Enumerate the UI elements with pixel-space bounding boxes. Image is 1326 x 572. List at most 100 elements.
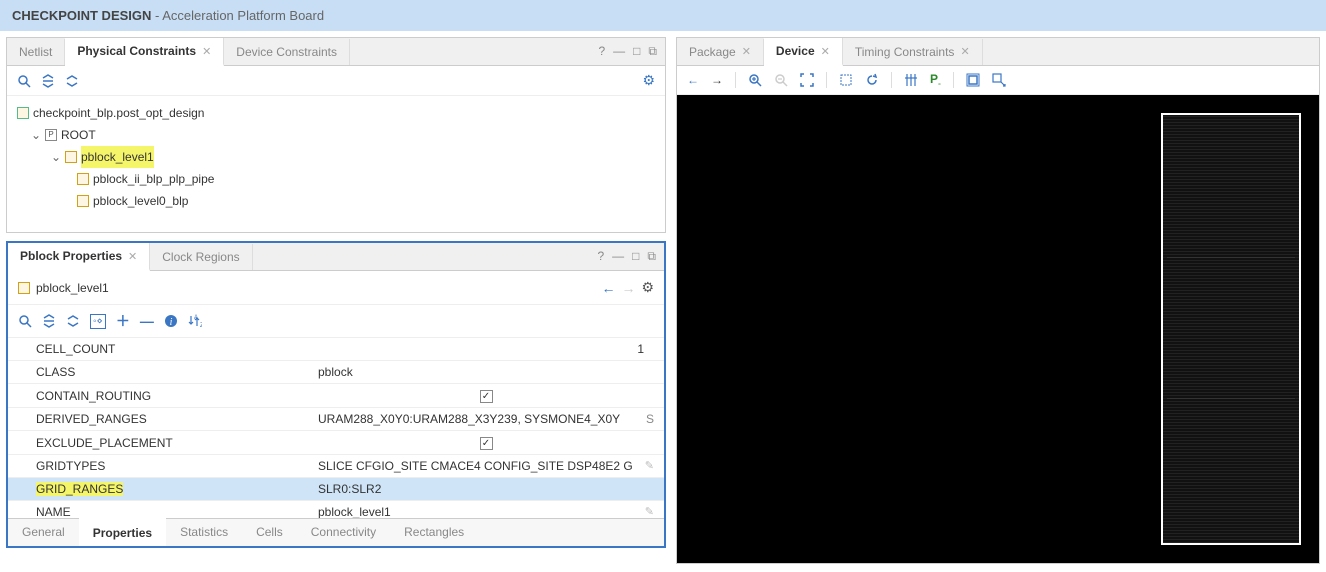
svg-text:i: i bbox=[169, 317, 172, 328]
graph-icon[interactable]: ◦⋄ bbox=[90, 314, 106, 329]
tab-pblock-properties[interactable]: Pblock Properties✕ bbox=[8, 243, 150, 271]
pblock-properties-panel: Pblock Properties✕ Clock Regions ? — □ ⧉… bbox=[6, 241, 666, 548]
left-top-tabs: Netlist Physical Constraints✕ Device Con… bbox=[7, 38, 665, 66]
tree-pblock-level1[interactable]: ⌄ pblock_level1 bbox=[17, 146, 655, 168]
remove-icon[interactable]: — bbox=[140, 313, 154, 329]
pblock-icon bbox=[77, 173, 89, 185]
gear-icon[interactable]: ⚙ bbox=[642, 72, 655, 89]
physical-constraints-panel: Netlist Physical Constraints✕ Device Con… bbox=[6, 37, 666, 233]
highlight-icon[interactable] bbox=[966, 73, 980, 87]
prop-row-exclude-placement[interactable]: EXCLUDE_PLACEMENT✓ bbox=[8, 431, 664, 455]
tab-clock-regions[interactable]: Clock Regions bbox=[150, 244, 252, 270]
properties-table: CELL_COUNT1 CLASSpblock CONTAIN_ROUTING✓… bbox=[8, 338, 664, 518]
zoom-out-icon[interactable] bbox=[774, 73, 788, 87]
select-area-icon[interactable] bbox=[839, 73, 853, 87]
device-panel: Package✕ Device✕ Timing Constraints✕ ← → bbox=[676, 37, 1320, 564]
device-toolbar: ← → bbox=[677, 66, 1319, 95]
props-tabs: Pblock Properties✕ Clock Regions ? — □ ⧉ bbox=[8, 243, 664, 271]
close-icon[interactable]: ✕ bbox=[742, 45, 751, 58]
pblock-icon bbox=[18, 282, 30, 294]
nav-forward-icon[interactable]: → bbox=[711, 73, 723, 87]
chevron-down-icon[interactable]: ⌄ bbox=[31, 124, 41, 146]
bottom-tab-cells[interactable]: Cells bbox=[242, 519, 297, 546]
tree-root[interactable]: ⌄ P ROOT bbox=[17, 124, 655, 146]
nav-forward-icon[interactable]: → bbox=[621, 280, 635, 296]
file-icon bbox=[17, 107, 29, 119]
prop-row-class[interactable]: CLASSpblock bbox=[8, 361, 664, 384]
place-icon[interactable]: P◦ bbox=[930, 72, 941, 88]
prop-row-gridtypes[interactable]: GRIDTYPESSLICE CFGIO_SITE CMACE4 CONFIG_… bbox=[8, 455, 664, 478]
search-icon[interactable] bbox=[18, 314, 32, 328]
props-toolbar: ◦⋄ ＋ — i AZ bbox=[8, 305, 664, 338]
edit-icon[interactable]: ✎ bbox=[645, 459, 654, 472]
tab-package[interactable]: Package✕ bbox=[677, 39, 764, 65]
header-title: CHECKPOINT DESIGN bbox=[12, 8, 151, 23]
pblock-icon bbox=[65, 151, 77, 163]
device-die bbox=[1161, 113, 1301, 545]
maximize-icon[interactable]: □ bbox=[632, 249, 639, 264]
nav-back-icon[interactable]: ← bbox=[687, 73, 699, 87]
bottom-tab-properties[interactable]: Properties bbox=[79, 518, 166, 546]
pblock-root-icon: P bbox=[45, 129, 57, 141]
right-tabs: Package✕ Device✕ Timing Constraints✕ bbox=[677, 38, 1319, 66]
minimize-icon[interactable]: — bbox=[613, 44, 625, 59]
add-icon[interactable]: ＋ bbox=[116, 311, 130, 331]
rotate-icon[interactable] bbox=[865, 73, 879, 87]
bottom-tab-connectivity[interactable]: Connectivity bbox=[297, 519, 390, 546]
tab-device[interactable]: Device✕ bbox=[764, 38, 843, 66]
chevron-down-icon[interactable]: ⌄ bbox=[51, 146, 61, 168]
close-icon[interactable]: ✕ bbox=[821, 45, 830, 58]
prop-row-grid-ranges[interactable]: GRID_RANGESSLR0:SLR2 bbox=[8, 478, 664, 501]
collapse-icon[interactable] bbox=[41, 74, 55, 88]
minimize-icon[interactable]: — bbox=[612, 249, 624, 264]
zoom-in-icon[interactable] bbox=[748, 73, 762, 87]
close-icon[interactable]: ✕ bbox=[960, 45, 969, 58]
sort-icon[interactable]: AZ bbox=[188, 314, 202, 328]
prop-row-name[interactable]: NAMEpblock_level1✎ bbox=[8, 501, 664, 519]
expand-icon[interactable] bbox=[66, 314, 80, 328]
svg-text:Z: Z bbox=[200, 323, 202, 328]
tree-root-file[interactable]: checkpoint_blp.post_opt_design bbox=[17, 102, 655, 124]
tab-device-constraints[interactable]: Device Constraints bbox=[224, 39, 350, 65]
gear-icon[interactable]: ⚙ bbox=[641, 279, 654, 296]
constraint-tree: checkpoint_blp.post_opt_design ⌄ P ROOT … bbox=[7, 96, 665, 232]
tree-pblock-level0[interactable]: pblock_level0_blp bbox=[17, 190, 655, 212]
float-icon[interactable]: ⧉ bbox=[648, 44, 657, 59]
app-header: CHECKPOINT DESIGN - Acceleration Platfor… bbox=[0, 0, 1326, 31]
tab-physical-constraints[interactable]: Physical Constraints✕ bbox=[65, 38, 224, 66]
tree-pblock-ii[interactable]: pblock_ii_blp_plp_pipe bbox=[17, 168, 655, 190]
nav-back-icon[interactable]: ← bbox=[601, 280, 615, 296]
pblock-icon bbox=[77, 195, 89, 207]
help-icon[interactable]: ? bbox=[598, 44, 605, 59]
close-icon[interactable]: ✕ bbox=[202, 45, 211, 58]
tab-timing-constraints[interactable]: Timing Constraints✕ bbox=[843, 39, 983, 65]
search-icon[interactable] bbox=[17, 74, 31, 88]
checkbox-checked-icon[interactable]: ✓ bbox=[480, 390, 493, 403]
zoom-fit-icon[interactable] bbox=[800, 73, 814, 87]
bottom-tab-general[interactable]: General bbox=[8, 519, 79, 546]
device-canvas[interactable] bbox=[677, 95, 1319, 563]
edit-icon[interactable]: ✎ bbox=[645, 505, 654, 518]
checkbox-checked-icon[interactable]: ✓ bbox=[480, 437, 493, 450]
float-icon[interactable]: ⧉ bbox=[647, 249, 656, 264]
prop-row-contain-routing[interactable]: CONTAIN_ROUTING✓ bbox=[8, 384, 664, 408]
collapse-icon[interactable] bbox=[42, 314, 56, 328]
tree-toolbar: ⚙ bbox=[7, 66, 665, 96]
info-icon[interactable]: i bbox=[164, 314, 178, 328]
bottom-tab-rectangles[interactable]: Rectangles bbox=[390, 519, 478, 546]
maximize-icon[interactable]: □ bbox=[633, 44, 640, 59]
routing-icon[interactable] bbox=[904, 73, 918, 87]
prop-row-derived-ranges[interactable]: DERIVED_RANGESURAM288_X0Y0:URAM288_X3Y23… bbox=[8, 408, 664, 431]
tab-netlist[interactable]: Netlist bbox=[7, 39, 65, 65]
svg-text:A: A bbox=[194, 315, 198, 321]
expand-icon[interactable] bbox=[65, 74, 79, 88]
help-icon[interactable]: ? bbox=[597, 249, 604, 264]
props-bottom-tabs: General Properties Statistics Cells Conn… bbox=[8, 518, 664, 546]
props-object-name: pblock_level1 bbox=[36, 281, 109, 295]
close-icon[interactable]: ✕ bbox=[128, 250, 137, 263]
draw-pblock-icon[interactable] bbox=[992, 73, 1006, 87]
bottom-tab-statistics[interactable]: Statistics bbox=[166, 519, 242, 546]
header-subtitle: - Acceleration Platform Board bbox=[151, 8, 324, 23]
props-object-header: pblock_level1 ← → ⚙ bbox=[8, 271, 664, 305]
prop-row-cell-count[interactable]: CELL_COUNT1 bbox=[8, 338, 664, 361]
